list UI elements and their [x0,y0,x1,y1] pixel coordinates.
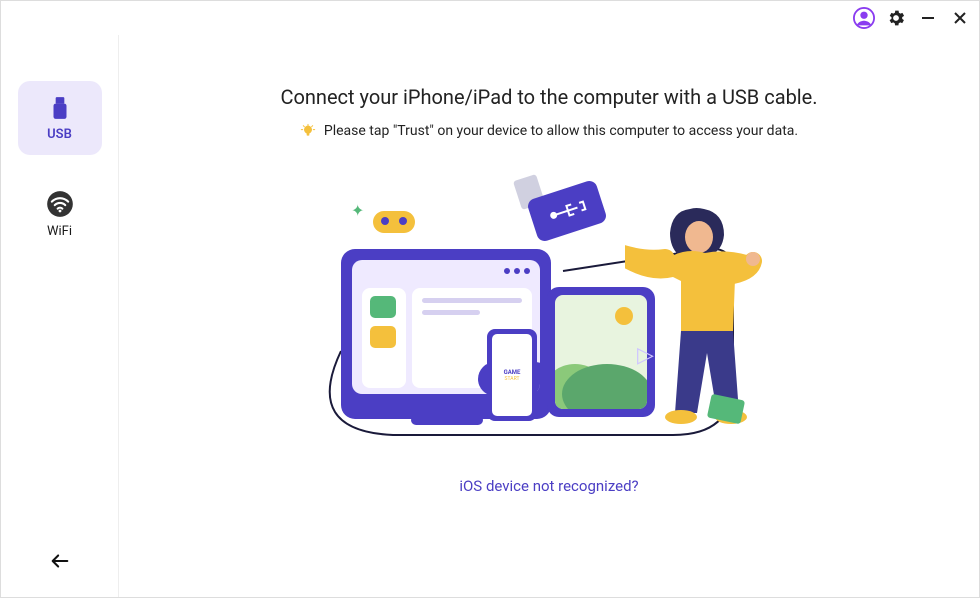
hint-line: Please tap "Trust" on your device to all… [300,123,798,139]
sidebar-item-label: USB [47,127,72,142]
sidebar-item-label: WiFi [47,224,72,239]
connect-illustration: ✦ [299,177,799,457]
play-icon: ▷ [637,343,654,368]
sparkle-icon: ✦ [351,201,364,220]
minimize-icon [920,10,936,26]
back-button[interactable] [46,547,74,575]
wifi-icon [46,190,74,218]
gear-icon [886,8,906,28]
close-icon [952,10,968,26]
settings-button[interactable] [885,7,907,29]
arrow-left-icon [49,550,71,572]
page-heading: Connect your iPhone/iPad to the computer… [280,85,817,109]
main-content: Connect your iPhone/iPad to the computer… [119,35,979,597]
sidebar-item-wifi[interactable]: WiFi [18,177,102,251]
phone-illustration: GAME START [487,329,537,421]
usb-icon [47,95,73,121]
gamepad-icon [373,211,415,233]
account-icon [853,7,875,29]
sidebar-item-usb[interactable]: USB [18,81,102,155]
titlebar [853,1,979,35]
minimize-button[interactable] [917,7,939,29]
sidebar: USB WiFi [1,35,119,597]
device-not-recognized-link[interactable]: iOS device not recognized? [459,477,638,495]
monitor-stand [411,415,483,425]
close-button[interactable] [949,7,971,29]
lightbulb-icon [300,123,316,139]
person-illustration [625,203,795,425]
hint-text: Please tap "Trust" on your device to all… [324,123,798,139]
account-button[interactable] [853,7,875,29]
